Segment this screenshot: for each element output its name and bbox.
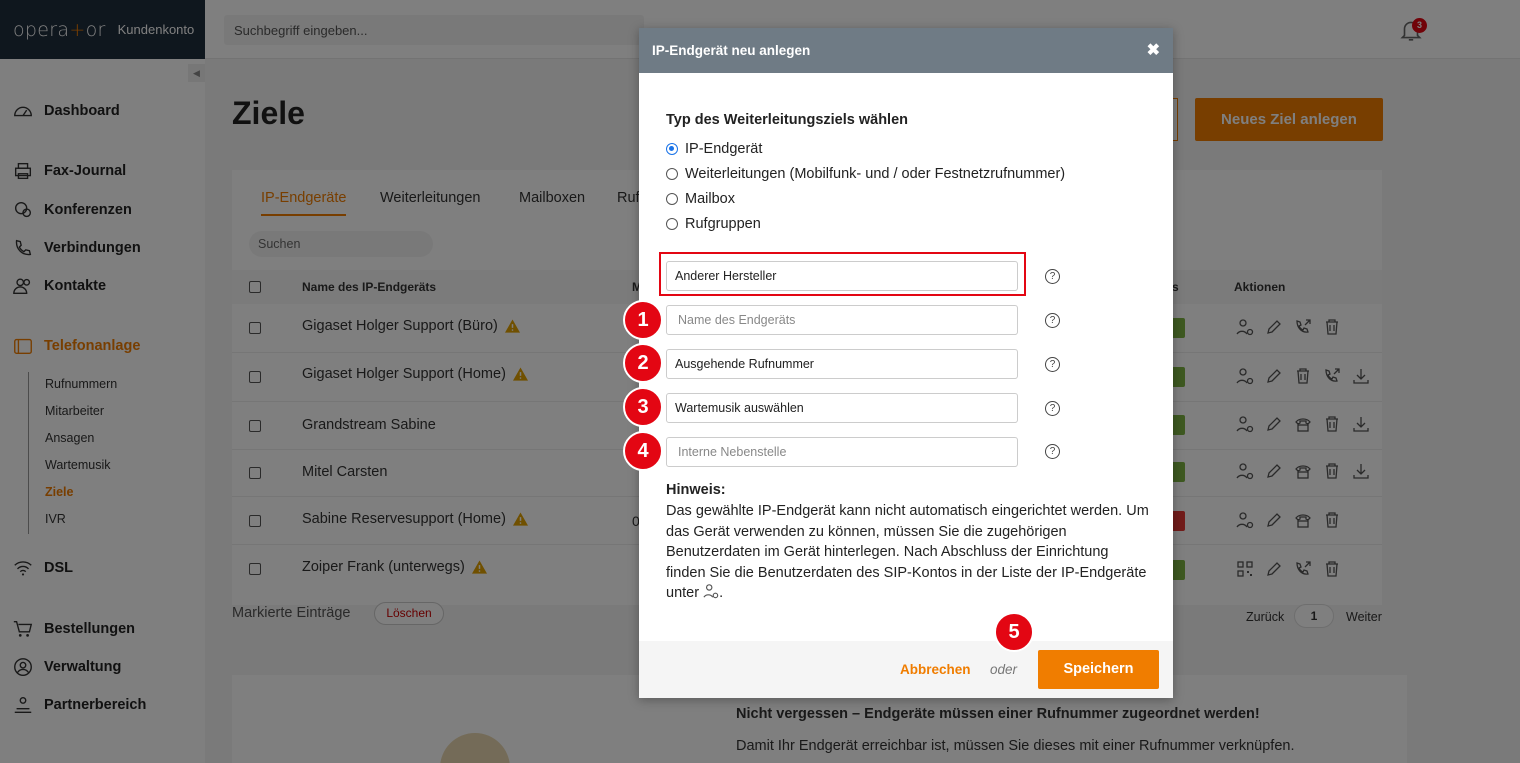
radio-button[interactable] (666, 218, 678, 230)
dialog-title: IP-Endgerät neu anlegen (652, 43, 811, 58)
radio-label: Mailbox (685, 191, 735, 207)
save-button[interactable]: Speichern (1038, 650, 1159, 689)
radio-button[interactable] (666, 193, 678, 205)
radio-weiterleitungen[interactable]: Weiterleitungen (Mobilfunk- und / oder F… (666, 166, 1065, 182)
note-end: . (719, 585, 724, 601)
step-marker-2: 2 (623, 343, 663, 383)
radio-mailbox[interactable]: Mailbox (666, 191, 735, 207)
radio-label: Weiterleitungen (Mobilfunk- und / oder F… (685, 166, 1066, 182)
radio-ip-endgeraet[interactable]: IP-Endgerät (666, 141, 762, 157)
close-icon[interactable]: ✖ (1147, 40, 1160, 60)
help-icon[interactable]: ? (1045, 401, 1060, 416)
step-marker-1: 1 (623, 300, 663, 340)
help-icon[interactable]: ? (1045, 357, 1060, 372)
step-marker-5: 5 (994, 612, 1034, 652)
radio-label: IP-Endgerät (685, 141, 763, 157)
device-name-input[interactable]: Name des Endgeräts (666, 305, 1018, 335)
manufacturer-select[interactable]: Anderer Hersteller (666, 261, 1018, 291)
user-settings-icon (703, 584, 719, 599)
or-label: oder (990, 662, 1018, 677)
help-icon[interactable]: ? (1045, 444, 1060, 459)
step-marker-3: 3 (623, 387, 663, 427)
note-title: Hinweis: (666, 482, 726, 498)
extension-input[interactable]: Interne Nebenstelle (666, 437, 1018, 467)
outgoing-number-select[interactable]: Ausgehende Rufnummer (666, 349, 1018, 379)
radio-rufgruppen[interactable]: Rufgruppen (666, 216, 761, 232)
cancel-button[interactable]: Abbrechen (900, 662, 971, 677)
hold-music-select[interactable]: Wartemusik auswählen (666, 393, 1018, 423)
dialog-header: IP-Endgerät neu anlegen (639, 28, 1173, 73)
radio-button-checked[interactable] (666, 143, 678, 155)
radio-label: Rufgruppen (685, 216, 761, 232)
note-text: Das gewählte IP-Endgerät kann nicht auto… (666, 501, 1151, 604)
help-icon[interactable]: ? (1045, 313, 1060, 328)
new-ip-device-dialog: IP-Endgerät neu anlegen ✖ Typ des Weiter… (639, 28, 1173, 698)
help-icon[interactable]: ? (1045, 269, 1060, 284)
target-type-label: Typ des Weiterleitungsziels wählen (666, 112, 908, 128)
radio-button[interactable] (666, 168, 678, 180)
note-body: Das gewählte IP-Endgerät kann nicht auto… (666, 503, 1149, 601)
step-marker-4: 4 (623, 431, 663, 471)
